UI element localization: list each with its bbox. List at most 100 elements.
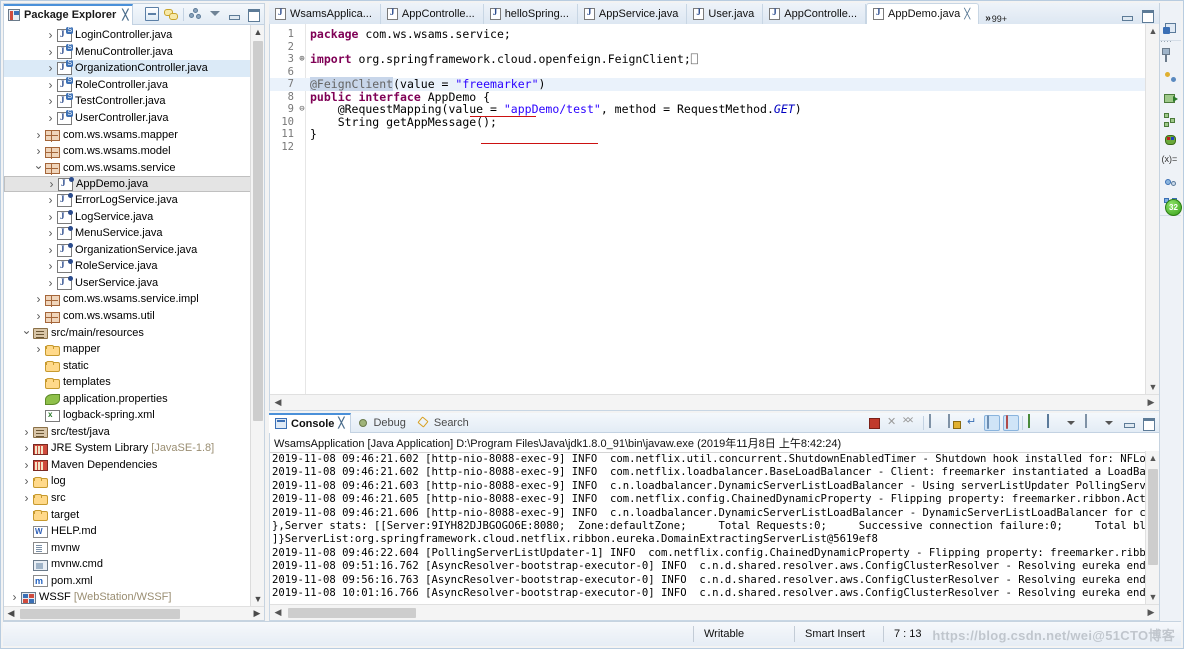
tree-item[interactable]: AppDemo.java — [4, 175, 264, 192]
tree-item[interactable]: static — [4, 357, 264, 374]
tree-item[interactable]: mapper — [4, 341, 264, 358]
close-icon[interactable]: ╳ — [964, 9, 970, 20]
editor-vertical-scrollbar[interactable]: ▲ ▼ — [1145, 24, 1159, 394]
editor-tab[interactable]: AppDemo.java╳ — [866, 3, 980, 24]
tree-item[interactable]: src/test/java — [4, 424, 264, 441]
chevron-right-icon[interactable] — [44, 210, 57, 224]
tree-item[interactable]: pom.xml — [4, 573, 264, 590]
scroll-down-icon[interactable]: ▼ — [251, 592, 265, 606]
chevron-right-icon[interactable] — [32, 128, 45, 142]
chevron-right-icon[interactable] — [44, 193, 57, 207]
open-console-icon[interactable] — [1083, 413, 1099, 431]
scroll-down-icon[interactable]: ▼ — [1146, 380, 1159, 394]
scroll-left-icon[interactable]: ◀ — [270, 607, 286, 618]
tree-item[interactable]: UserService.java — [4, 275, 264, 292]
chevron-right-icon[interactable] — [44, 78, 57, 92]
chevron-right-icon[interactable] — [44, 28, 57, 42]
scroll-thumb[interactable] — [253, 41, 263, 421]
tree-item[interactable]: log — [4, 473, 264, 490]
scroll-up-icon[interactable]: ▲ — [1146, 24, 1159, 38]
minimize-icon[interactable] — [1120, 8, 1134, 22]
java-perspective-icon[interactable] — [1162, 21, 1179, 37]
chevron-right-icon[interactable] — [20, 425, 33, 439]
tree-item[interactable]: com.ws.wsams.util — [4, 308, 264, 325]
variables-icon[interactable] — [1162, 154, 1179, 170]
terminate-icon[interactable] — [866, 415, 882, 431]
chevron-right-icon[interactable] — [32, 309, 45, 323]
chevron-right-icon[interactable] — [20, 491, 33, 505]
project-tree[interactable]: LoginController.java MenuController.java O… — [4, 25, 264, 606]
chevron-right-icon[interactable] — [44, 276, 57, 290]
tree-item[interactable]: HELP.md — [4, 523, 264, 540]
collapse-all-icon[interactable] — [145, 7, 159, 21]
maximize-icon[interactable] — [246, 7, 260, 22]
scroll-up-icon[interactable]: ▲ — [251, 25, 265, 39]
editor-tab[interactable]: AppControlle... — [381, 4, 484, 24]
scroll-right-icon[interactable]: ▶ — [250, 608, 264, 619]
servers-icon[interactable] — [1163, 91, 1179, 107]
tab-console[interactable]: Console ╳ — [269, 412, 352, 433]
console-body[interactable]: WsamsApplication [Java Application] D:\P… — [269, 433, 1160, 621]
tree-item[interactable]: mvnw — [4, 539, 264, 556]
tree-item[interactable]: com.ws.wsams.model — [4, 143, 264, 160]
tree-item[interactable]: target — [4, 506, 264, 523]
tree-item[interactable]: Maven Dependencies — [4, 457, 264, 474]
tree-item[interactable]: application.properties — [4, 390, 264, 407]
show-console-on-output-icon[interactable] — [984, 414, 1000, 431]
chevron-right-icon[interactable] — [44, 259, 57, 273]
tree-item[interactable]: com.ws.wsams.service.impl — [4, 291, 264, 308]
tree-item[interactable]: WSSF [WebStation/WSSF] — [4, 589, 264, 606]
outline-icon[interactable] — [1163, 70, 1179, 86]
open-console-dropdown-icon[interactable] — [1102, 415, 1118, 431]
hscroll-track[interactable] — [286, 605, 1143, 621]
chevron-right-icon[interactable] — [32, 144, 45, 158]
view-menu-icon[interactable] — [208, 7, 222, 21]
console-output[interactable]: 2019-11-08 09:46:21.602 [http-nio-8088-e… — [270, 451, 1145, 604]
console-horizontal-scrollbar[interactable]: ◀ ▶ — [270, 604, 1159, 620]
tree-item[interactable]: LoginController.java — [4, 27, 264, 44]
scroll-left-icon[interactable]: ◀ — [4, 608, 18, 619]
chevron-down-icon[interactable] — [20, 326, 33, 340]
scroll-left-icon[interactable]: ◀ — [270, 397, 286, 408]
tab-debug[interactable]: Debug — [351, 413, 411, 433]
close-icon[interactable]: ╳ — [338, 418, 344, 429]
display-selected-console-icon[interactable] — [1045, 413, 1061, 431]
remove-all-launches-icon[interactable] — [902, 415, 920, 431]
minimize-icon[interactable] — [227, 7, 241, 21]
code-line[interactable]: 12 — [270, 141, 1145, 154]
chevron-right-icon[interactable] — [20, 458, 33, 472]
show-console-on-error-icon[interactable] — [1003, 414, 1019, 431]
tree-item[interactable]: templates — [4, 374, 264, 391]
tree-item[interactable]: com.ws.wsams.mapper — [4, 126, 264, 143]
remove-launch-icon[interactable] — [885, 415, 901, 431]
chevron-right-icon[interactable] — [44, 94, 57, 108]
chevron-right-icon[interactable] — [20, 474, 33, 488]
tree-item[interactable]: mvnw.cmd — [4, 556, 264, 573]
console-vertical-scrollbar[interactable]: ▲ ▼ — [1145, 451, 1159, 604]
scroll-down-icon[interactable]: ▼ — [1146, 590, 1159, 604]
chevron-right-icon[interactable] — [32, 292, 45, 306]
close-icon[interactable]: ╳ — [122, 10, 128, 21]
chevron-right-icon[interactable] — [44, 226, 57, 240]
hscroll-thumb[interactable] — [20, 608, 180, 619]
tree-item[interactable]: MenuService.java — [4, 225, 264, 242]
tree-item[interactable]: OrganizationService.java — [4, 242, 264, 259]
word-wrap-icon[interactable] — [965, 415, 981, 431]
scroll-lock-icon[interactable] — [946, 413, 962, 431]
explorer-vertical-scrollbar[interactable]: ▲ ▼ — [250, 25, 264, 606]
explorer-horizontal-scrollbar[interactable]: ◀ ▶ — [4, 606, 264, 620]
editor-tab[interactable]: helloSpring... — [484, 4, 578, 24]
tab-search[interactable]: Search — [412, 413, 475, 433]
code-line[interactable]: 1 package com.ws.wsams.service; — [270, 28, 1145, 41]
bug-icon[interactable] — [1163, 133, 1179, 149]
editor-tab[interactable]: AppControlle... — [763, 4, 867, 24]
tree-item[interactable]: UserController.java — [4, 110, 264, 127]
tab-package-explorer[interactable]: Package Explorer ╳ — [4, 3, 134, 25]
code-line[interactable]: 3 ⊕ import org.springframework.cloud.openf… — [270, 53, 1145, 66]
tree-item[interactable]: JRE System Library [JavaSE-1.8] — [4, 440, 264, 457]
hierarchy-icon[interactable] — [1163, 112, 1179, 128]
tree-item[interactable]: src/main/resources — [4, 324, 264, 341]
chevron-right-icon[interactable] — [32, 342, 45, 356]
chevron-down-icon[interactable] — [32, 161, 45, 175]
perspective-switch-icon[interactable] — [1163, 48, 1179, 65]
